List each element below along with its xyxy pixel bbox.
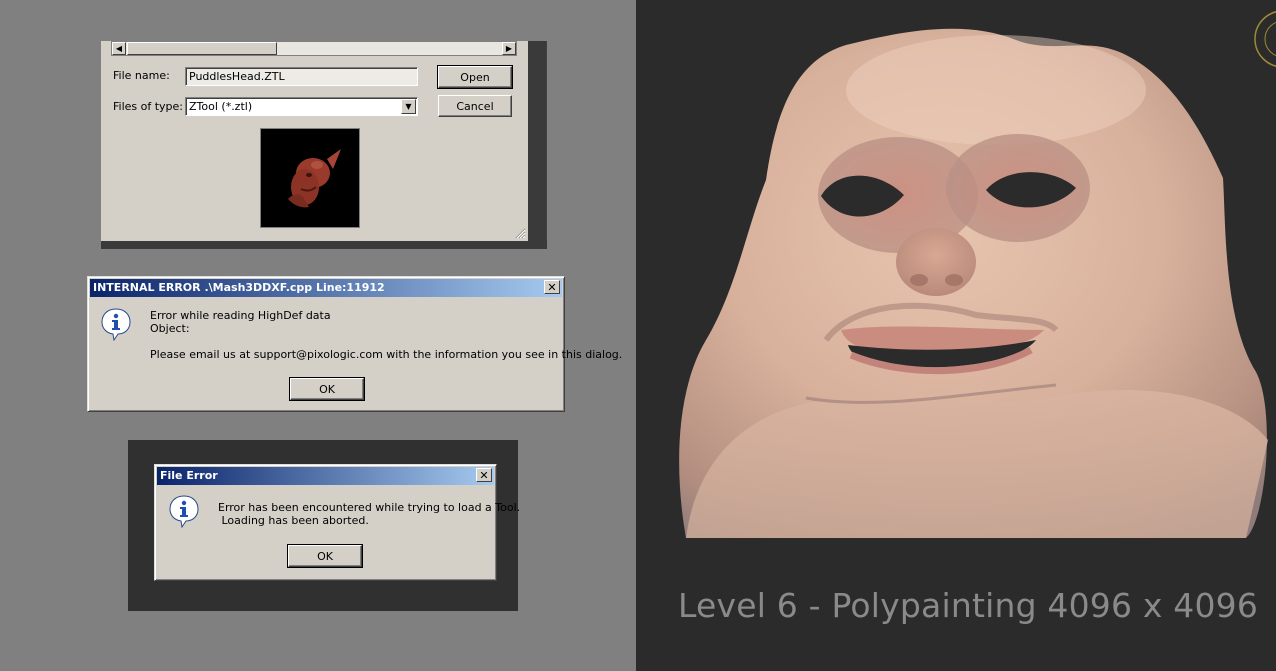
file-name-field[interactable]: PuddlesHead.ZTL xyxy=(185,67,418,86)
dropdown-arrow-icon[interactable]: ▼ xyxy=(401,99,416,114)
info-icon xyxy=(169,495,199,528)
open-file-dialog: ◀ ▶ File name: PuddlesHead.ZTL Files of … xyxy=(101,41,547,249)
error-message-line-3: Please email us at support@pixologic.com… xyxy=(150,348,623,361)
error-message-line-1: Error while reading HighDef data xyxy=(150,309,331,322)
file-error-titlebar[interactable]: File Error xyxy=(157,467,494,485)
horizontal-scrollbar[interactable]: ◀ ▶ xyxy=(111,41,517,56)
left-panel: ◀ ▶ File name: PuddlesHead.ZTL Files of … xyxy=(0,0,636,671)
internal-error-dialog: INTERNAL ERROR .\Mash3DDXF.cpp Line:1191… xyxy=(87,276,622,412)
files-of-type-label: Files of type: xyxy=(113,100,184,113)
dialog-shadow-right xyxy=(528,41,546,249)
files-of-type-select[interactable]: ZTool (*.ztl) ▼ xyxy=(185,97,418,116)
internal-error-title: INTERNAL ERROR .\Mash3DDXF.cpp Line:1191… xyxy=(93,281,385,294)
files-of-type-value: ZTool (*.ztl) xyxy=(189,100,253,113)
file-error-message-line-1: Error has been encountered while trying … xyxy=(218,501,521,514)
subdivision-level-caption: Level 6 - Polypainting 4096 x 4096 xyxy=(678,586,1259,625)
file-error-dialog: File Error ✕ Error has been encountered … xyxy=(154,464,520,581)
cancel-button[interactable]: Cancel xyxy=(438,95,512,117)
head-preview-image xyxy=(288,149,341,208)
error-message-line-2: Object: xyxy=(150,322,190,335)
scroll-left-arrow-icon[interactable]: ◀ xyxy=(112,42,126,55)
logo-ring-icon xyxy=(1254,11,1276,67)
internal-error-ok-button[interactable]: OK xyxy=(289,377,365,401)
file-error-message-line-2: Loading has been aborted. xyxy=(218,514,369,527)
dialog-shadow-bottom xyxy=(101,241,547,249)
scrollbar-thumb[interactable] xyxy=(127,42,277,55)
file-error-ok-button[interactable]: OK xyxy=(287,544,363,568)
close-icon[interactable]: ✕ xyxy=(544,280,560,294)
file-error-title: File Error xyxy=(160,469,218,482)
close-icon[interactable]: ✕ xyxy=(476,468,492,482)
file-name-label: File name: xyxy=(113,69,170,82)
scroll-right-arrow-icon[interactable]: ▶ xyxy=(502,42,516,55)
internal-error-titlebar[interactable]: INTERNAL ERROR .\Mash3DDXF.cpp Line:1191… xyxy=(90,279,562,297)
sculpted-face-render[interactable] xyxy=(636,0,1276,671)
viewport-panel: Level 6 - Polypainting 4096 x 4096 xyxy=(636,0,1276,671)
tool-preview-thumbnail xyxy=(260,128,360,228)
resize-grip-icon[interactable] xyxy=(514,227,526,239)
open-button[interactable]: Open xyxy=(437,65,513,89)
info-icon xyxy=(101,308,131,341)
